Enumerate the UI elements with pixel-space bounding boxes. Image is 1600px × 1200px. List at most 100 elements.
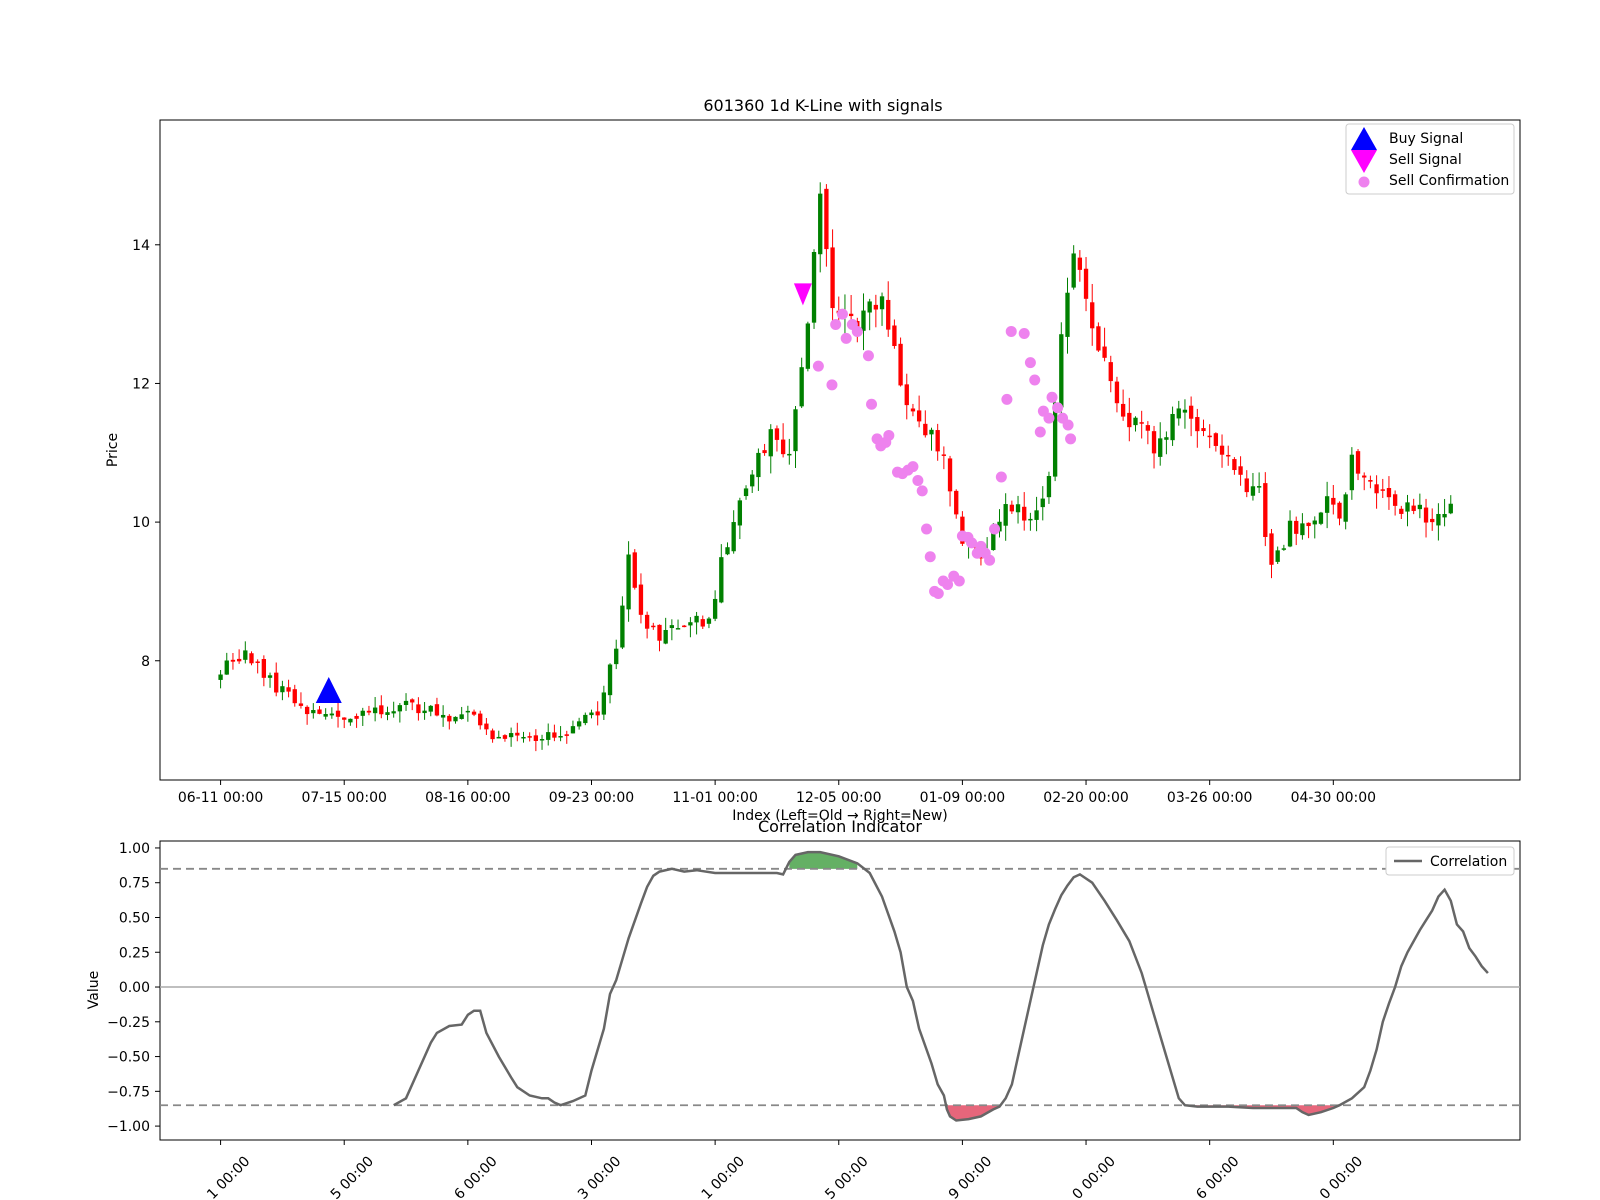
sell-confirmation-point — [912, 475, 924, 487]
candle-body — [434, 704, 440, 716]
candle-body — [323, 714, 328, 717]
candle-body — [848, 313, 854, 317]
candle-body — [929, 429, 934, 435]
candle-body — [632, 552, 637, 588]
candle-body — [304, 706, 310, 715]
candle-body — [230, 659, 236, 662]
sell-confirmation-point — [840, 332, 852, 344]
kline-x-tick-label: 02-20 00:00 — [1043, 790, 1128, 806]
candle-body — [490, 730, 495, 740]
correlation-legend: Correlation — [1385, 846, 1515, 876]
candle-body — [1158, 438, 1163, 457]
kline-x-tick-label: 04-30 00:00 — [1291, 790, 1376, 806]
candle-body — [1275, 550, 1280, 562]
candle-body — [459, 714, 464, 719]
candle-body — [607, 664, 613, 696]
candle-body — [1133, 417, 1138, 426]
candle-body — [700, 619, 705, 627]
candle-body — [1182, 409, 1188, 413]
candle-body — [811, 251, 817, 323]
candle-body — [682, 625, 687, 628]
kline-x-tick-label: 01-09 00:00 — [920, 790, 1005, 806]
candle-body — [916, 410, 922, 422]
candle-body — [941, 454, 947, 456]
sell-confirmation-point — [1001, 393, 1013, 405]
candle-body — [898, 343, 903, 386]
correlation-y-tick-label: 0.00 — [119, 980, 150, 996]
kline-y-label: Price — [105, 433, 121, 467]
candle-body — [558, 736, 563, 738]
candle-body — [1226, 454, 1231, 457]
candle-body — [292, 689, 297, 704]
kline-legend: Buy Signal Sell Signal Sell Confirmation — [1345, 123, 1515, 195]
candle-body — [1046, 476, 1052, 498]
candle-body — [280, 686, 285, 693]
kline-panel: 601360 1d K-Line with signals 8 10 12 14 06… — [105, 96, 1521, 824]
candle-body — [1349, 454, 1355, 491]
correlation-x-tick-label: 6 00:00 — [451, 1154, 500, 1200]
candle-body — [1343, 494, 1348, 522]
sell-confirmation-point — [1034, 426, 1046, 438]
sell-confirmation-point — [932, 588, 944, 600]
candle-body — [1318, 512, 1324, 524]
candle-body — [1392, 494, 1398, 506]
candle-body — [428, 705, 433, 712]
candle-body — [1028, 518, 1033, 521]
candle-body — [1324, 496, 1330, 513]
candle-body — [372, 707, 378, 714]
kline-x-tick-label: 12-05 00:00 — [796, 790, 881, 806]
correlation-y-tick-label: −1.00 — [107, 1119, 150, 1135]
candle-body — [1269, 533, 1274, 565]
sell-confirmation-point — [830, 319, 842, 331]
correlation-x-tick-label: 3 00:00 — [575, 1154, 624, 1200]
kline-title: 601360 1d K-Line with signals — [703, 96, 942, 115]
correlation-y-tick-label: 0.50 — [119, 910, 150, 926]
sell-confirmation-point — [921, 523, 933, 535]
buy-signal-marker — [315, 676, 342, 703]
candle-body — [1139, 422, 1144, 424]
candle-body — [311, 710, 316, 714]
kline-y-tick-label: 12 — [132, 376, 150, 392]
candle-body — [614, 648, 619, 665]
correlation-panel: Correlation Indicator −1.00 −0.75 −0.50 −0.… — [86, 817, 1521, 1200]
candle-body — [261, 659, 267, 678]
candle-body — [1127, 412, 1132, 428]
kline-x-tick-label: 11-01 00:00 — [672, 790, 757, 806]
candle-body — [719, 557, 724, 603]
correlation-y-tick-label: −0.75 — [107, 1084, 150, 1100]
kline-x-tick-label: 09-23 00:00 — [549, 790, 634, 806]
candle-body — [236, 658, 242, 662]
sell-confirmation-point — [826, 379, 838, 391]
kline-y-tick-label: 10 — [132, 515, 150, 531]
candle-body — [397, 705, 403, 712]
candle-body — [1188, 405, 1194, 419]
candle-body — [533, 735, 539, 741]
sell-confirmation-point — [907, 461, 919, 473]
candle-body — [1083, 268, 1089, 299]
candle-body — [1102, 346, 1107, 358]
correlation-x-tick-label: 0 00:00 — [1317, 1154, 1366, 1200]
candle-body — [1096, 326, 1101, 351]
correlation-y-tick-label: 0.75 — [119, 876, 150, 892]
candle-body — [317, 709, 322, 714]
candle-body — [601, 692, 607, 715]
sell-confirmation-point — [916, 485, 928, 497]
correlation-x-tick-label: 0 00:00 — [1070, 1154, 1119, 1200]
sell-confirmation-point — [1046, 391, 1058, 403]
candle-body — [768, 429, 773, 457]
candle-body — [595, 711, 600, 716]
candle-body — [267, 675, 273, 678]
candle-body — [360, 710, 365, 716]
candle-body — [379, 705, 384, 715]
sell-confirmation-point — [883, 429, 895, 441]
candle-body — [218, 674, 223, 680]
candle-body — [873, 304, 879, 310]
candle-body — [440, 714, 446, 718]
candle-body — [935, 430, 940, 452]
candle-body — [861, 310, 866, 331]
candle-body — [706, 618, 712, 624]
candle-body — [1207, 435, 1212, 438]
candle-body — [410, 699, 415, 703]
candle-body — [1448, 503, 1453, 514]
candle-body — [1430, 518, 1435, 523]
